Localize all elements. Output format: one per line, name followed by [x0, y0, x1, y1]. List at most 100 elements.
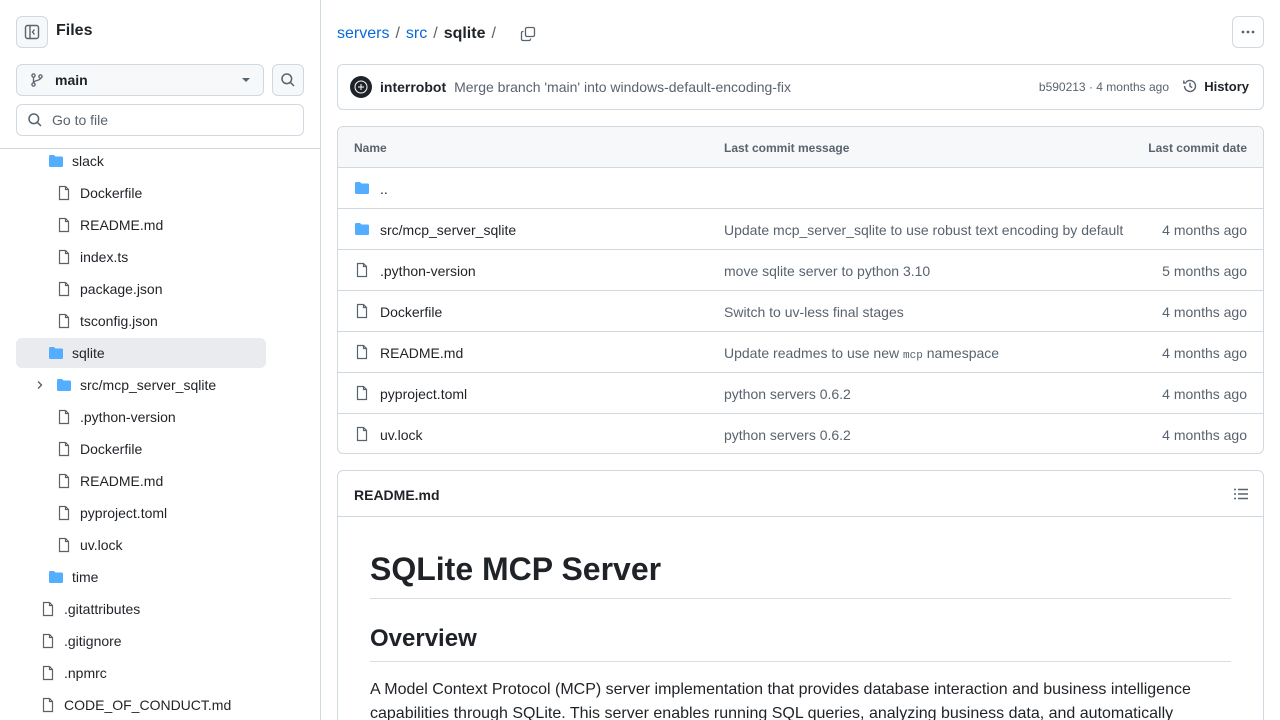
file-icon: [58, 505, 70, 521]
file-icon: [356, 303, 368, 319]
inline-code: mcp: [903, 350, 923, 362]
commit-date: 4 months ago: [1162, 304, 1247, 320]
file-icon: [58, 409, 70, 425]
file-icon: [58, 185, 70, 201]
file-name-link[interactable]: Dockerfile: [380, 304, 442, 320]
table-row: .python-version move sqlite server to py…: [338, 250, 1263, 291]
collapse-sidebar-button[interactable]: [16, 16, 48, 48]
file-name-link[interactable]: src/mcp_server_sqlite: [380, 222, 516, 238]
commit-date: 4 months ago: [1162, 386, 1247, 402]
branch-name: main: [55, 72, 88, 88]
more-options-button[interactable]: [1232, 16, 1264, 48]
tree-item-file[interactable]: README.md: [56, 210, 256, 240]
breadcrumb: servers / src / sqlite /: [337, 22, 540, 46]
tree-item-file[interactable]: .gitattributes: [40, 594, 260, 624]
file-icon: [58, 313, 70, 329]
tree-item-time[interactable]: time: [48, 562, 258, 592]
tree-item-label: README.md: [80, 217, 164, 233]
search-icon: [28, 113, 42, 127]
chevron-right-icon: [37, 381, 43, 389]
table-of-contents-icon[interactable]: [1233, 486, 1249, 502]
tree-item-file[interactable]: tsconfig.json: [56, 306, 256, 336]
tree-item-file[interactable]: pyproject.toml: [56, 498, 256, 528]
commit-message-link[interactable]: python servers 0.6.2: [724, 427, 851, 443]
go-to-file-field[interactable]: [16, 104, 304, 136]
file-tree-sidebar: Files main slack Dockerfile README.md: [0, 0, 321, 720]
file-name-link[interactable]: README.md: [380, 345, 463, 361]
tree-item-label: tsconfig.json: [80, 313, 158, 329]
folder-icon: [355, 182, 369, 194]
tree-item-file[interactable]: Dockerfile: [56, 434, 256, 464]
folder-icon: [49, 571, 63, 583]
tree-item-file[interactable]: uv.lock: [56, 530, 256, 560]
commit-message-link[interactable]: Update readmes to use new mcp namespace: [724, 345, 999, 362]
tree-item-src-mcp-server-sqlite[interactable]: src/mcp_server_sqlite: [34, 370, 264, 400]
commit-message-link[interactable]: Switch to uv-less final stages: [724, 304, 904, 320]
tree-item-label: .python-version: [80, 409, 176, 425]
tree-item-file[interactable]: package.json: [56, 274, 256, 304]
avatar[interactable]: [350, 76, 372, 98]
tree-item-file[interactable]: .gitignore: [40, 626, 260, 656]
parent-directory-link[interactable]: ..: [380, 181, 388, 197]
copy-path-button[interactable]: [516, 22, 540, 46]
file-name-link[interactable]: .python-version: [380, 263, 476, 279]
tree-item-file[interactable]: .npmrc: [40, 658, 260, 688]
history-button[interactable]: History: [1182, 78, 1249, 94]
commit-author[interactable]: interrobot: [380, 79, 446, 95]
file-icon: [58, 217, 70, 233]
expand-chevron[interactable]: [34, 377, 50, 393]
tree-item-label: index.ts: [80, 249, 129, 265]
go-to-file-input[interactable]: [52, 112, 282, 128]
file-icon: [42, 697, 54, 713]
commit-meta[interactable]: b590213 · 4 months ago: [1039, 80, 1169, 94]
main-content: servers / src / sqlite / interrobot Merg…: [321, 0, 1280, 720]
table-row: uv.lock python servers 0.6.2 4 months ag…: [338, 414, 1263, 453]
tree-item-slack[interactable]: slack: [48, 146, 258, 176]
search-icon: [281, 73, 295, 87]
table-row: src/mcp_server_sqlite Update mcp_server_…: [338, 209, 1263, 250]
latest-commit-bar: interrobot Merge branch 'main' into wind…: [337, 64, 1264, 110]
table-row: Dockerfile Switch to uv-less final stage…: [338, 291, 1263, 332]
readme-paragraph: A Model Context Protocol (MCP) server im…: [370, 681, 1191, 720]
readme-header: README.md: [338, 471, 1263, 517]
breadcrumb-separator: /: [395, 25, 400, 42]
file-icon: [356, 344, 368, 360]
readme-heading-2: Overview: [370, 625, 1231, 662]
sidebar-collapse-icon: [24, 24, 40, 40]
file-name-link[interactable]: pyproject.toml: [380, 386, 467, 402]
avatar-icon: [354, 80, 368, 94]
folder-icon: [49, 155, 63, 167]
commit-message[interactable]: Merge branch 'main' into windows-default…: [454, 79, 791, 95]
file-icon: [58, 249, 70, 265]
sidebar-title: Files: [56, 22, 93, 39]
search-files-button[interactable]: [272, 64, 304, 96]
breadcrumb-link-src[interactable]: src: [406, 25, 427, 43]
commit-date: 4 months ago: [1162, 345, 1247, 361]
tree-item-sqlite[interactable]: sqlite: [16, 338, 266, 368]
tree-item-file[interactable]: CODE_OF_CONDUCT.md: [40, 690, 280, 720]
tree-item-file[interactable]: .python-version: [56, 402, 256, 432]
file-table: Name Last commit message Last commit dat…: [337, 126, 1264, 454]
tree-item-label: .gitattributes: [64, 601, 141, 617]
table-row: pyproject.toml python servers 0.6.2 4 mo…: [338, 373, 1263, 414]
tree-item-file[interactable]: README.md: [56, 466, 256, 496]
breadcrumb-link-servers[interactable]: servers: [337, 25, 389, 43]
tree-item-label: uv.lock: [80, 537, 123, 553]
file-icon: [356, 426, 368, 442]
tree-item-file[interactable]: index.ts: [56, 242, 256, 272]
tree-item-file[interactable]: Dockerfile: [56, 178, 256, 208]
folder-icon: [57, 379, 71, 391]
table-row-parent[interactable]: ..: [338, 168, 1263, 209]
folder-icon: [49, 347, 63, 359]
tree-item-label: Dockerfile: [80, 441, 143, 457]
git-branch-icon: [31, 73, 43, 87]
column-header-message: Last commit message: [724, 141, 850, 155]
tree-item-label: slack: [72, 153, 104, 169]
branch-selector[interactable]: main: [16, 64, 264, 96]
table-row: README.md Update readmes to use new mcp …: [338, 332, 1263, 373]
tree-item-label: pyproject.toml: [80, 505, 168, 521]
commit-message-link[interactable]: python servers 0.6.2: [724, 386, 851, 402]
file-name-link[interactable]: uv.lock: [380, 427, 423, 443]
commit-message-link[interactable]: move sqlite server to python 3.10: [724, 263, 930, 279]
commit-message-link[interactable]: Update mcp_server_sqlite to use robust t…: [724, 222, 1123, 238]
